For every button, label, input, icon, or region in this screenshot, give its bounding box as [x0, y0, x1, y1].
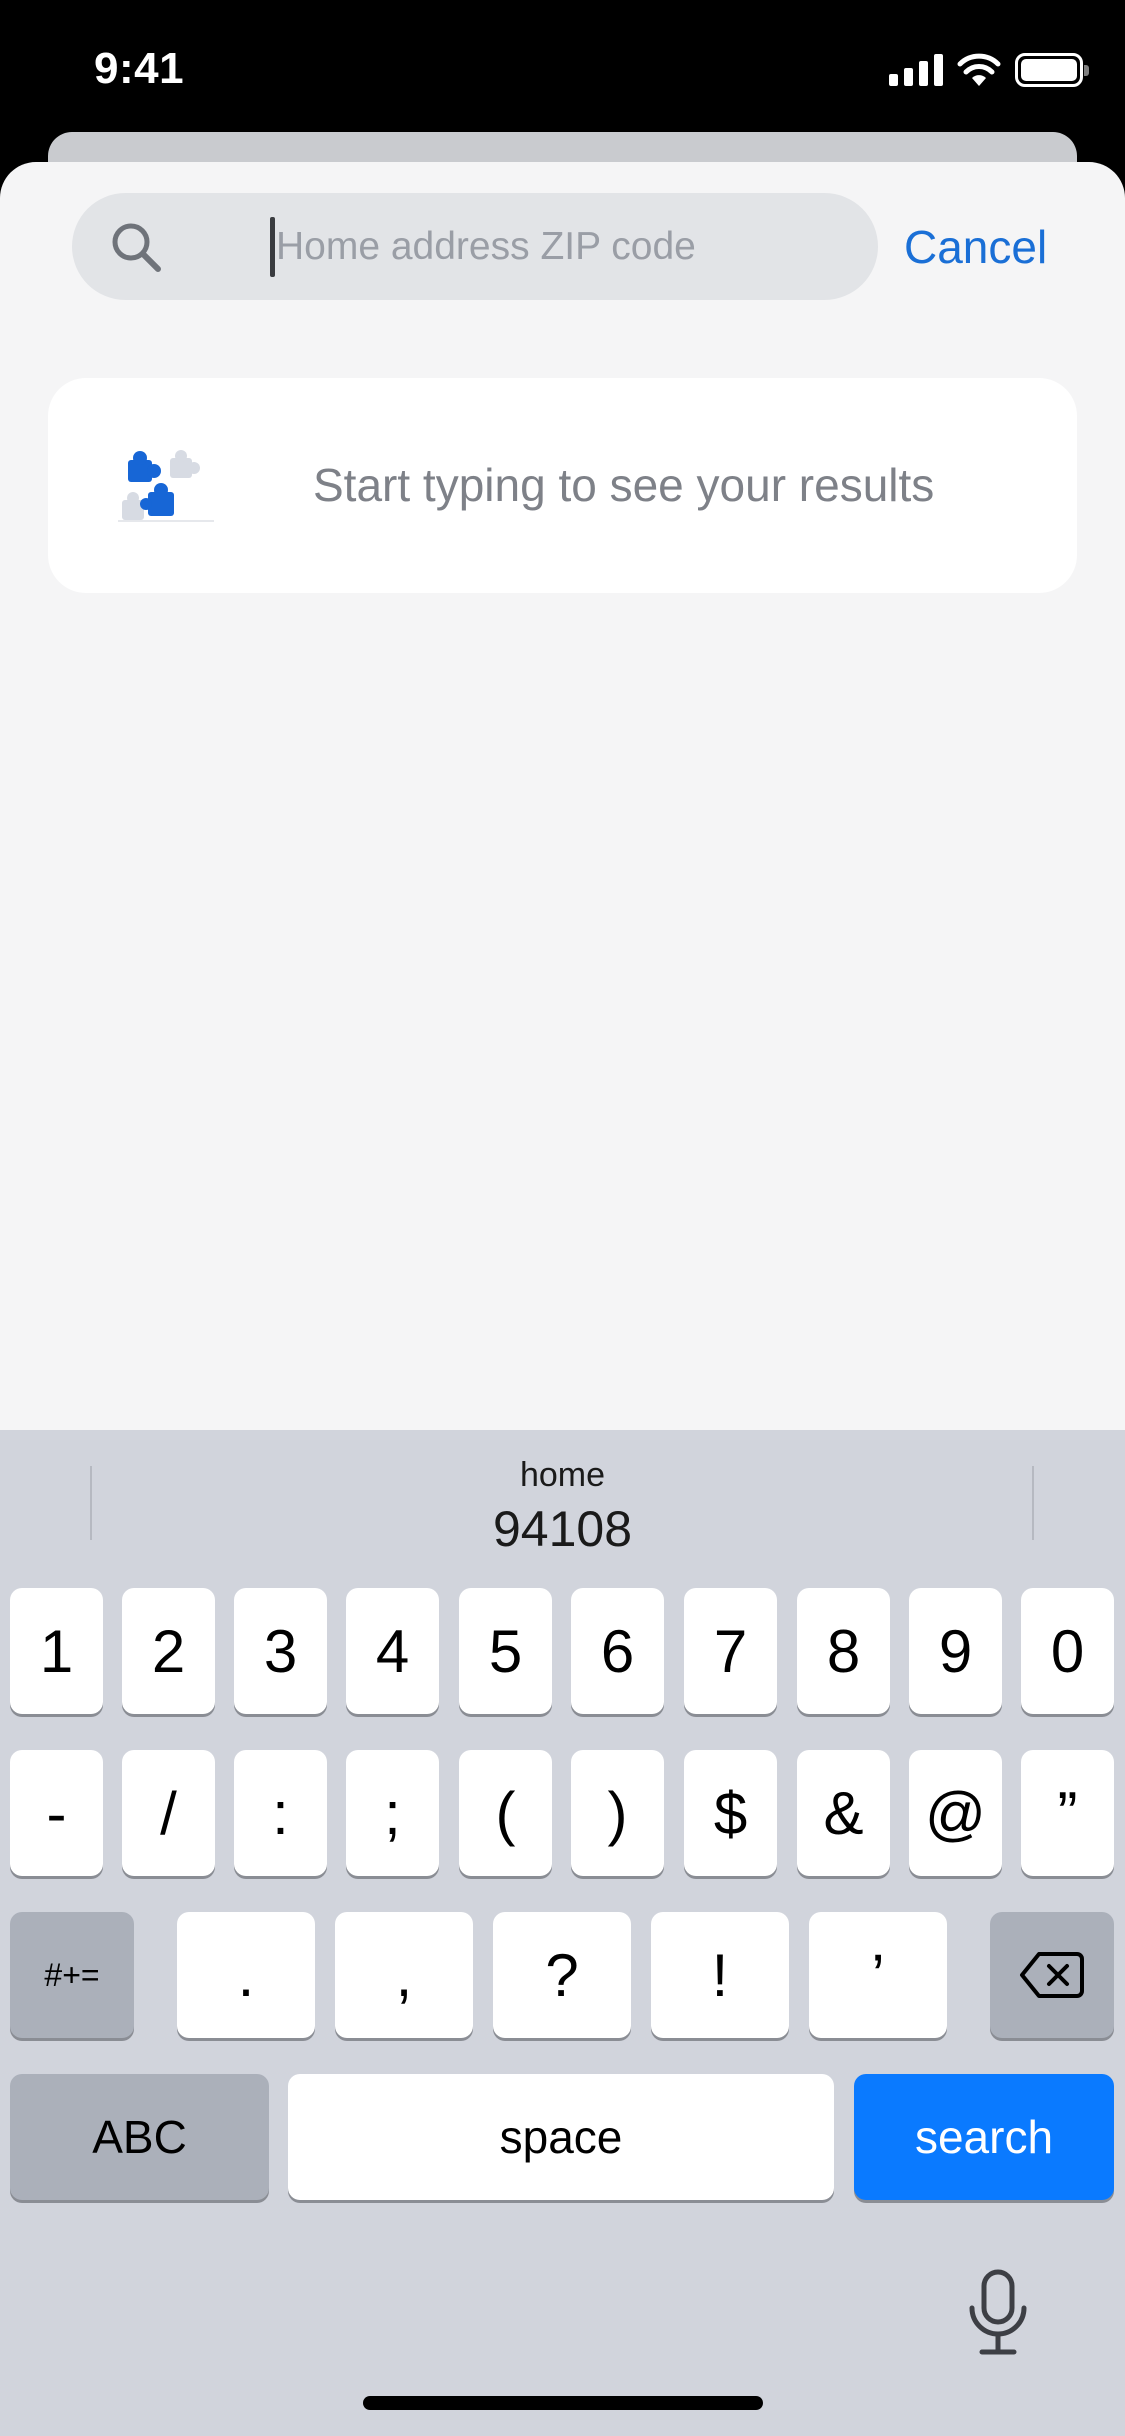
key-8[interactable]: 8	[797, 1588, 890, 1714]
abc-key[interactable]: ABC	[10, 2074, 269, 2200]
key-more-symbols[interactable]: #+=	[10, 1912, 134, 2038]
key-dollar[interactable]: $	[684, 1750, 777, 1876]
key-6[interactable]: 6	[571, 1588, 664, 1714]
delete-icon	[1020, 1952, 1084, 1998]
empty-state-message: Start typing to see your results	[313, 459, 935, 511]
key-comma[interactable]: ,	[335, 1912, 473, 2038]
key-exclamation[interactable]: !	[651, 1912, 789, 2038]
cancel-button[interactable]: Cancel	[904, 215, 1047, 279]
status-icons	[889, 50, 1089, 90]
wifi-icon	[957, 53, 1001, 86]
key-close-paren[interactable]: )	[571, 1750, 664, 1876]
delete-key[interactable]	[990, 1912, 1114, 2038]
key-quote[interactable]: ”	[1021, 1750, 1114, 1876]
key-question[interactable]: ?	[493, 1912, 631, 2038]
key-open-paren[interactable]: (	[459, 1750, 552, 1876]
home-indicator	[363, 2396, 763, 2410]
key-colon[interactable]: :	[234, 1750, 327, 1876]
key-period[interactable]: .	[177, 1912, 315, 2038]
suggestion-value: 94108	[492, 1501, 633, 1557]
key-0[interactable]: 0	[1021, 1588, 1114, 1714]
key-ampersand[interactable]: &	[797, 1750, 890, 1876]
battery-icon	[1015, 53, 1089, 87]
key-2[interactable]: 2	[122, 1588, 215, 1714]
key-5[interactable]: 5	[459, 1588, 552, 1714]
search-key[interactable]: search	[854, 2074, 1114, 2200]
empty-state-card: Start typing to see your results	[48, 378, 1077, 593]
search-input[interactable]	[268, 193, 858, 300]
key-semicolon[interactable]: ;	[346, 1750, 439, 1876]
status-bar: 9:41	[0, 0, 1125, 135]
key-9[interactable]: 9	[909, 1588, 1002, 1714]
key-slash[interactable]: /	[122, 1750, 215, 1876]
suggestion-label: home	[519, 1456, 606, 1494]
search-sheet	[0, 162, 1125, 1430]
autofill-suggestion[interactable]: home 94108	[92, 1430, 1032, 1560]
key-1[interactable]: 1	[10, 1588, 103, 1714]
key-hyphen[interactable]: -	[10, 1750, 103, 1876]
search-field[interactable]	[72, 193, 878, 300]
key-7[interactable]: 7	[684, 1588, 777, 1714]
key-4[interactable]: 4	[346, 1588, 439, 1714]
text-cursor	[270, 217, 275, 277]
puzzle-icon	[118, 450, 214, 522]
search-icon	[112, 223, 161, 272]
space-key[interactable]: space	[288, 2074, 834, 2200]
key-3[interactable]: 3	[234, 1588, 327, 1714]
key-apostrophe[interactable]: ’	[809, 1912, 947, 2038]
key-at[interactable]: @	[909, 1750, 1002, 1876]
status-time: 9:41	[94, 44, 185, 93]
microphone-icon[interactable]	[966, 2268, 1030, 2358]
cellular-signal-icon	[889, 54, 943, 86]
